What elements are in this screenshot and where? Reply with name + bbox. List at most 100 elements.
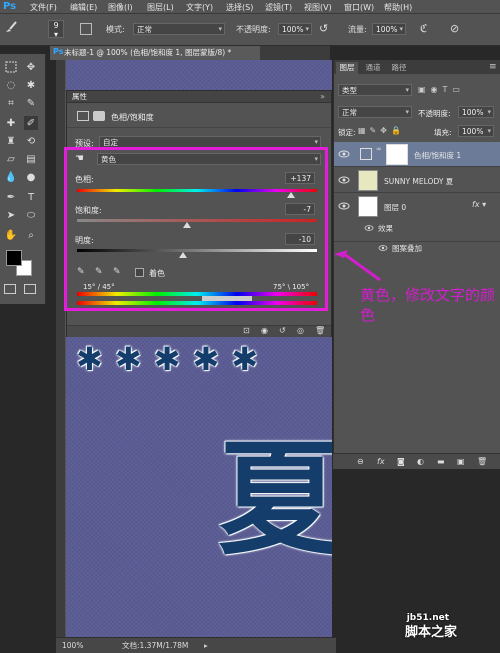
move-tool-icon[interactable]: ✥: [24, 60, 38, 74]
path-selection-tool-icon[interactable]: ➤: [4, 208, 18, 222]
delete-adjustment-icon[interactable]: 🗑: [315, 326, 325, 335]
mask-icon[interactable]: [93, 111, 105, 121]
zoom-level[interactable]: 100%: [62, 638, 83, 653]
pen-tool-icon[interactable]: ✒: [4, 190, 18, 204]
eye-icon[interactable]: [338, 175, 350, 185]
brush-size-picker[interactable]: 9 ▾: [48, 20, 64, 39]
layer-name-layer0[interactable]: 图层 0: [384, 202, 406, 213]
layer-row-hue-sat[interactable]: ∞ 色相/饱和度 1: [334, 142, 500, 167]
gradient-tool-icon[interactable]: ▤: [24, 152, 38, 166]
tools-panel: ✥ ◌ ✱ ⌗ ✎ ✚ ✐ ♜ ⟲ ▱ ▤ 💧 ● ✒ T ➤ ⬭ ✋ ⌕: [0, 54, 46, 304]
callout-arrow: [334, 250, 381, 282]
preset-value: 自定: [103, 138, 118, 147]
layer-name-hue-sat[interactable]: 色相/饱和度 1: [414, 150, 461, 161]
menu-type[interactable]: 文字(Y): [186, 2, 213, 13]
healing-brush-tool-icon[interactable]: ✚: [4, 116, 18, 130]
layer-opacity-label: 不透明度:: [418, 109, 451, 118]
layer-thumbnail-text: [358, 170, 378, 191]
canvas-knit-letters: ✱✱✱✱✱: [76, 340, 271, 378]
watermark-site: jb51.net: [406, 613, 450, 623]
menu-file[interactable]: 文件(F): [30, 2, 57, 13]
visibility-icon[interactable]: ◎: [297, 326, 304, 335]
filter-kind-select[interactable]: 类型: [338, 84, 412, 96]
adjustment-icon: [77, 111, 89, 121]
blur-tool-icon[interactable]: 💧: [4, 170, 18, 184]
brush-tool-icon[interactable]: [4, 20, 18, 34]
status-menu-icon[interactable]: ▸: [204, 638, 208, 653]
new-group-icon[interactable]: ▬: [437, 457, 445, 466]
menu-image[interactable]: 图像(I): [108, 2, 133, 13]
eraser-tool-icon[interactable]: ▱: [4, 152, 18, 166]
menu-edit[interactable]: 编辑(E): [70, 2, 97, 13]
layer-row-layer0[interactable]: 图层 0 fx ▾ 效果: [334, 194, 500, 242]
link-layers-icon[interactable]: ⊖: [357, 457, 364, 466]
menu-layer[interactable]: 图层(L): [147, 2, 174, 13]
opacity-value: 100%: [282, 25, 304, 34]
fx-icon[interactable]: fx ▾: [472, 200, 486, 209]
panel-collapse-icon[interactable]: »: [320, 92, 325, 101]
brush-panel-icon[interactable]: [80, 23, 92, 35]
layer-mask-thumbnail[interactable]: [386, 144, 408, 165]
tab-paths[interactable]: 路径: [388, 62, 410, 74]
add-mask-icon[interactable]: ◙: [397, 457, 405, 466]
hand-tool-icon[interactable]: ✋: [4, 228, 18, 242]
pressure-size-icon[interactable]: ⊘: [450, 22, 464, 36]
eyedropper-tool-icon[interactable]: ✎: [24, 96, 38, 110]
mode-select[interactable]: 正常: [133, 23, 225, 35]
opacity-input[interactable]: 100%: [278, 23, 312, 35]
layer-row-text[interactable]: SUNNY MELODY 夏: [334, 168, 500, 193]
layer-opacity-input[interactable]: 100%: [458, 106, 494, 118]
foreground-color-swatch[interactable]: [6, 250, 22, 266]
filter-kind-value: 类型: [342, 86, 357, 95]
watermark-name: 脚本之家: [405, 625, 458, 640]
airbrush-icon[interactable]: ℭ: [420, 22, 434, 36]
tab-layers[interactable]: 图层: [336, 62, 358, 74]
shape-tool-icon[interactable]: ⬭: [24, 208, 38, 222]
pressure-opacity-icon[interactable]: ↺: [319, 22, 333, 36]
menu-view[interactable]: 视图(V): [304, 2, 332, 13]
delete-layer-icon[interactable]: 🗑: [477, 457, 487, 466]
canvas-big-char: 夏: [218, 428, 332, 572]
lasso-tool-icon[interactable]: ◌: [4, 78, 18, 92]
menu-filter[interactable]: 滤镜(T): [265, 2, 292, 13]
adjustment-layer-icon: [360, 148, 372, 160]
type-tool-icon[interactable]: T: [24, 190, 38, 204]
add-style-icon[interactable]: fx: [377, 457, 385, 466]
history-brush-tool-icon[interactable]: ⟲: [24, 134, 38, 148]
layers-panel-header: [334, 60, 500, 74]
eye-icon[interactable]: [338, 149, 350, 159]
crop-tool-icon[interactable]: ⌗: [4, 96, 18, 110]
filter-icons[interactable]: ▣◉T▭: [418, 85, 488, 95]
layer-name-text[interactable]: SUNNY MELODY 夏: [384, 176, 453, 187]
fill-input[interactable]: 100%: [458, 125, 494, 137]
properties-title: 属性: [67, 91, 331, 103]
quick-mask-icon[interactable]: [4, 284, 16, 294]
document-tab[interactable]: 未标题-1 @ 100% (色相/饱和度 1, 图层蒙版/8) *: [50, 46, 260, 60]
screen-mode-icon[interactable]: [24, 284, 36, 294]
mode-label: 模式:: [106, 25, 125, 34]
marquee-tool-icon[interactable]: [4, 60, 18, 74]
highlight-box: [64, 147, 328, 311]
new-layer-icon[interactable]: ▣: [457, 457, 465, 466]
menu-window[interactable]: 窗口(W): [344, 2, 374, 13]
reset-icon[interactable]: ↺: [279, 326, 286, 335]
eye-icon[interactable]: [338, 201, 350, 211]
panel-menu-icon[interactable]: ≡: [489, 62, 497, 72]
new-fill-adjustment-icon[interactable]: ◐: [417, 457, 424, 466]
clone-stamp-tool-icon[interactable]: ♜: [4, 134, 18, 148]
effects-eye-icon[interactable]: [364, 224, 374, 232]
watermark: jb51.net 脚本之家: [405, 613, 457, 640]
menu-select[interactable]: 选择(S): [226, 2, 253, 13]
magic-wand-tool-icon[interactable]: ✱: [24, 78, 38, 92]
lock-icons[interactable]: ▦✎✥🔒: [358, 126, 418, 136]
brush-tool-active-icon[interactable]: ✐: [24, 116, 38, 130]
blend-mode-select[interactable]: 正常: [338, 106, 412, 118]
view-previous-icon[interactable]: ◉: [261, 326, 268, 335]
dodge-tool-icon[interactable]: ●: [24, 170, 38, 184]
flow-input[interactable]: 100%: [372, 23, 406, 35]
zoom-tool-icon[interactable]: ⌕: [24, 228, 38, 242]
layer-opacity-value: 100%: [462, 108, 484, 117]
tab-channels[interactable]: 通道: [362, 62, 384, 74]
menu-help[interactable]: 帮助(H): [384, 2, 412, 13]
clip-to-layer-icon[interactable]: ⊡: [243, 326, 250, 335]
